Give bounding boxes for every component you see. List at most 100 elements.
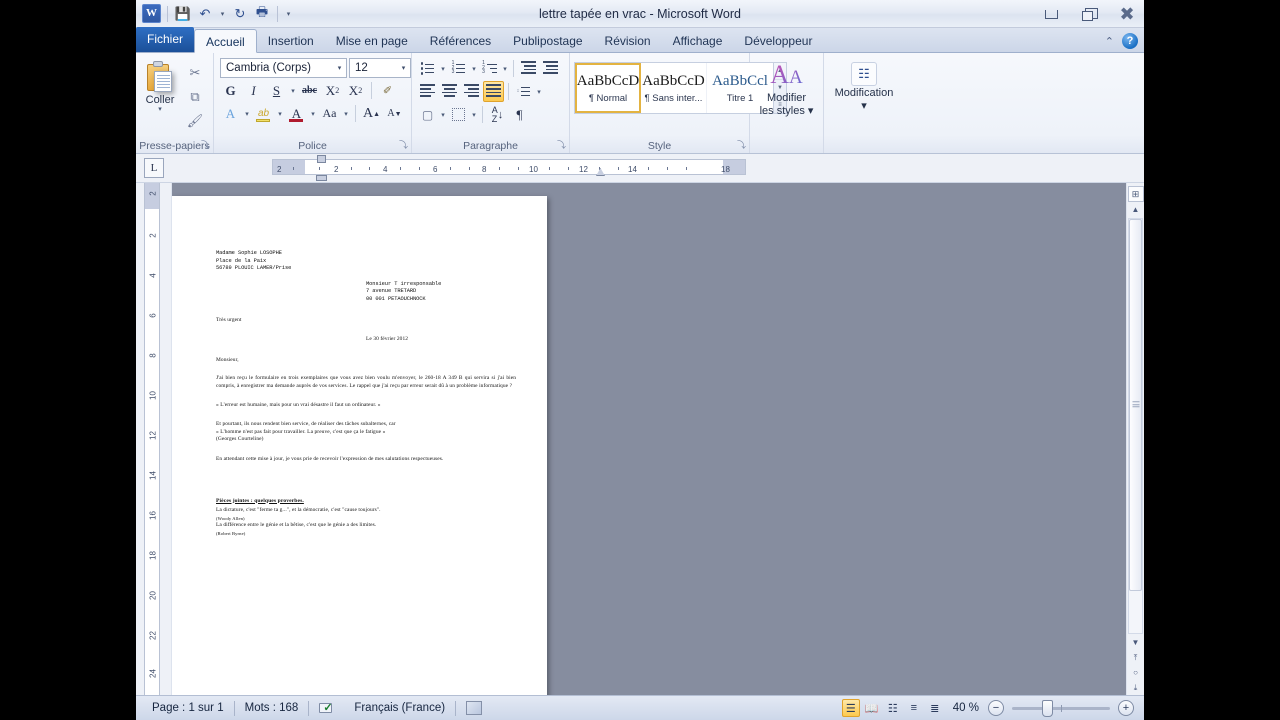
tab-insertion[interactable]: Insertion <box>257 29 325 53</box>
borders-dropdown-icon[interactable]: ▾ <box>470 111 478 119</box>
zoom-slider-track[interactable] <box>1012 699 1110 717</box>
change-styles-button[interactable]: AA Modifier les styles ▾ <box>750 58 823 118</box>
print-preview-icon[interactable]: 🖶 <box>253 4 271 23</box>
align-center-button[interactable] <box>439 81 460 102</box>
zoom-level-label[interactable]: 40 % <box>947 702 985 714</box>
scroll-track[interactable] <box>1128 218 1143 634</box>
font-dialog-launcher[interactable]: ⤵ <box>399 138 408 151</box>
left-indent-marker[interactable] <box>316 175 327 181</box>
format-painter-icon[interactable]: 🖌 <box>184 110 206 132</box>
font-name-dropdown-icon[interactable]: ▾ <box>333 64 346 72</box>
tab-revision[interactable]: Révision <box>594 29 662 53</box>
clear-formatting-icon[interactable]: ✐ <box>377 80 398 101</box>
view-ruler-icon[interactable]: ⊞ <box>1127 186 1144 202</box>
font-color-dropdown-icon[interactable]: ▾ <box>309 110 317 118</box>
text-effects-button[interactable]: A <box>220 103 241 124</box>
multilevel-list-button[interactable]: 123 <box>479 58 500 79</box>
view-print-layout-button[interactable]: ☰ <box>841 699 860 717</box>
multilevel-dropdown-icon[interactable]: ▾ <box>501 65 509 73</box>
tab-affichage[interactable]: Affichage <box>662 29 734 53</box>
shrink-font-button[interactable]: A ▼ <box>384 103 405 124</box>
show-marks-button[interactable]: ¶ <box>509 104 530 125</box>
shading-dropdown-icon[interactable]: ▾ <box>439 111 447 119</box>
tab-mise-en-page[interactable]: Mise en page <box>325 29 419 53</box>
numbering-dropdown-icon[interactable]: ▾ <box>470 65 478 73</box>
view-outline-button[interactable]: ≡ <box>905 699 923 717</box>
highlight-dropdown-icon[interactable]: ▾ <box>276 110 284 118</box>
bullets-button[interactable] <box>417 58 438 79</box>
numbering-button[interactable]: 123 <box>448 58 469 79</box>
status-language[interactable]: Français (France) <box>344 702 455 714</box>
restore-button[interactable] <box>1076 4 1102 24</box>
cut-icon[interactable]: ✂ <box>184 62 206 84</box>
word-logo-icon[interactable]: W <box>142 4 161 23</box>
paragraph-dialog-launcher[interactable]: ⤵ <box>557 138 566 151</box>
change-case-dropdown-icon[interactable]: ▾ <box>342 110 350 118</box>
increase-indent-button[interactable] <box>540 58 561 79</box>
tab-stop-selector[interactable]: L <box>136 154 172 182</box>
bold-button[interactable]: G <box>220 80 241 101</box>
zoom-out-button[interactable]: − <box>988 700 1004 716</box>
minimize-ribbon-icon[interactable]: ⌃ <box>1105 35 1114 48</box>
shading-button[interactable]: ▢ <box>417 104 438 125</box>
select-browse-object-button[interactable]: ○ <box>1128 665 1144 680</box>
superscript-button[interactable]: X2 <box>345 80 366 101</box>
change-case-button[interactable]: Aa <box>319 103 340 124</box>
save-icon[interactable]: 💾 <box>174 5 192 23</box>
tab-references[interactable]: Références <box>419 29 502 53</box>
status-word-count[interactable]: Mots : 168 <box>235 702 309 714</box>
minimize-button[interactable] <box>1038 4 1064 24</box>
zoom-in-button[interactable]: + <box>1118 700 1134 716</box>
font-color-button[interactable]: A <box>286 103 307 124</box>
tab-publipostage[interactable]: Publipostage <box>502 29 593 53</box>
underline-button[interactable]: S <box>266 80 287 101</box>
customize-qat-icon[interactable]: ▾ <box>284 10 293 18</box>
copy-icon[interactable]: ⧉ <box>184 86 206 108</box>
subscript-button[interactable]: X2 <box>322 80 343 101</box>
scroll-thumb[interactable] <box>1129 219 1142 591</box>
decrease-indent-button[interactable] <box>518 58 539 79</box>
tab-developpeur[interactable]: Développeur <box>733 29 823 53</box>
document-canvas[interactable]: Madame Sophie LOSOPHE Place de la Paix 5… <box>172 183 1126 695</box>
redo-icon[interactable]: ↻ <box>231 5 249 23</box>
help-icon[interactable]: ? <box>1122 33 1138 49</box>
align-right-button[interactable] <box>461 81 482 102</box>
bullets-dropdown-icon[interactable]: ▾ <box>439 65 447 73</box>
undo-dropdown-icon[interactable]: ▾ <box>218 10 227 18</box>
document-page[interactable]: Madame Sophie LOSOPHE Place de la Paix 5… <box>172 196 547 695</box>
view-draft-button[interactable]: ≣ <box>926 699 944 717</box>
borders-button[interactable] <box>448 104 469 125</box>
paste-dropdown-icon[interactable]: ▾ <box>158 106 162 113</box>
style-item-sans-interligne[interactable]: AaBbCcD ¶ Sans inter... <box>641 63 707 113</box>
vertical-ruler[interactable]: 2 2 4 6 8 10 12 14 16 18 20 22 24 <box>136 183 172 695</box>
tab-accueil[interactable]: Accueil <box>194 29 257 53</box>
font-size-combobox[interactable]: 12 ▾ <box>349 58 411 78</box>
view-full-screen-reading-button[interactable]: 📖 <box>863 699 881 717</box>
view-web-layout-button[interactable]: ☷ <box>884 699 902 717</box>
status-proofing[interactable]: ✓ <box>309 701 344 715</box>
scroll-down-button[interactable]: ▼ <box>1128 635 1144 650</box>
previous-page-button[interactable]: ⤒ <box>1128 650 1144 665</box>
text-effects-dropdown-icon[interactable]: ▾ <box>243 110 251 118</box>
underline-dropdown-icon[interactable]: ▾ <box>289 87 297 95</box>
line-spacing-dropdown-icon[interactable]: ▾ <box>535 88 543 96</box>
align-left-button[interactable] <box>417 81 438 102</box>
line-spacing-button[interactable]: ↕ <box>513 81 534 102</box>
font-size-dropdown-icon[interactable]: ▾ <box>397 64 410 72</box>
paste-button[interactable]: Coller ▾ <box>136 58 184 132</box>
scroll-up-button[interactable]: ▲ <box>1128 202 1144 217</box>
editing-dropdown-icon[interactable]: ▾ <box>861 100 867 112</box>
clipboard-dialog-launcher[interactable]: ⤵ <box>201 138 210 151</box>
next-page-button[interactable]: ⤓ <box>1128 680 1144 695</box>
horizontal-ruler[interactable]: 2 2 4 6 8 10 12 14 18 <box>272 159 746 175</box>
vertical-scrollbar[interactable]: ⊞ ▲ ▼ ⤒ ○ ⤓ <box>1126 183 1144 695</box>
style-item-normal[interactable]: AaBbCcD ¶ Normal <box>575 63 641 113</box>
close-button[interactable]: ✖ <box>1114 4 1140 24</box>
styles-dialog-launcher[interactable]: ⤵ <box>737 138 746 151</box>
grow-font-button[interactable]: A ▲ <box>361 103 382 124</box>
sort-button[interactable]: A Z ↓ <box>487 104 508 125</box>
editing-button[interactable]: ☷ Modification ▾ <box>824 58 904 112</box>
align-justify-button[interactable] <box>483 81 504 102</box>
tab-fichier[interactable]: Fichier <box>136 27 195 52</box>
status-macro[interactable] <box>456 701 492 715</box>
